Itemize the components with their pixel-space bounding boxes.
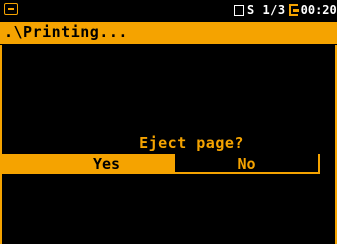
choice-row: Yes No xyxy=(0,154,337,174)
status-text: S 1/3 xyxy=(247,3,286,17)
square-icon xyxy=(234,4,244,16)
menu-icon[interactable] xyxy=(4,3,18,15)
status-indicators: S 1/3 00:20 xyxy=(234,0,337,20)
status-bar: S 1/3 00:20 xyxy=(0,0,337,20)
time-text: 00:20 xyxy=(300,3,337,17)
device-screen: S 1/3 00:20 .\Printing... Eject page? Ye… xyxy=(0,0,337,244)
page-title: .\Printing... xyxy=(4,23,128,41)
plug-icon xyxy=(288,4,299,16)
title-bar: .\Printing... xyxy=(0,22,337,44)
dialog-question: Eject page? xyxy=(139,134,244,152)
no-button[interactable]: No xyxy=(175,154,320,174)
yes-button[interactable]: Yes xyxy=(0,154,175,174)
